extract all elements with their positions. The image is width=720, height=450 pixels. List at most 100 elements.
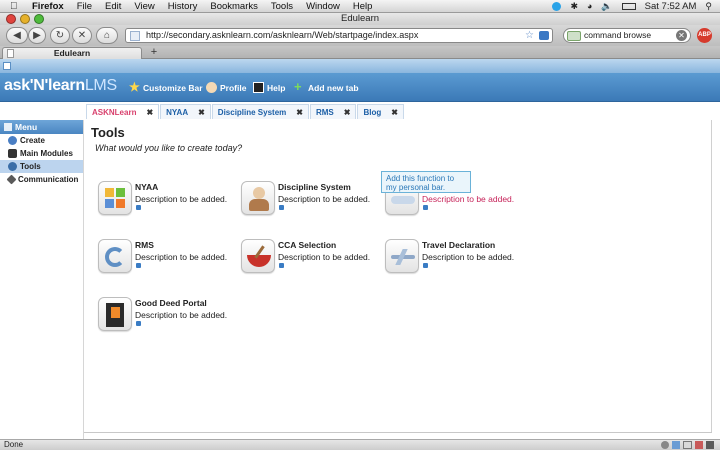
browser-tab[interactable]: Edulearn bbox=[2, 47, 142, 59]
sidebar-item-label: Tools bbox=[20, 162, 41, 171]
tool-rms[interactable]: RMS Description to be added. bbox=[98, 239, 238, 279]
tool-nyaa[interactable]: NYAA Description to be added. bbox=[98, 181, 238, 221]
rms-icon[interactable] bbox=[98, 239, 132, 273]
close-tab-icon[interactable]: ✖ bbox=[391, 108, 398, 117]
menu-history[interactable]: History bbox=[168, 1, 198, 12]
home-button[interactable]: ⌂ bbox=[96, 27, 118, 44]
tool-name[interactable]: Discipline System bbox=[278, 182, 351, 192]
tool-description: Description to be added. bbox=[422, 194, 515, 204]
close-window-icon[interactable] bbox=[6, 14, 16, 24]
tab-blog-label: Blog bbox=[363, 107, 382, 117]
sidebar-item-communication[interactable]: Communication bbox=[0, 173, 83, 186]
forward-button[interactable]: ▶ bbox=[28, 27, 46, 44]
tab-nyaa-label: NYAA bbox=[166, 107, 189, 117]
close-tab-icon[interactable]: ✖ bbox=[296, 108, 303, 117]
bookmark-star-icon[interactable]: ☆ bbox=[525, 29, 534, 42]
add-to-bar-icon[interactable] bbox=[136, 263, 141, 268]
addon-icon[interactable] bbox=[695, 441, 703, 449]
tool-description: Description to be added. bbox=[278, 194, 371, 204]
tab-rms-label: RMS bbox=[315, 107, 334, 117]
close-tab-icon[interactable]: ✖ bbox=[344, 108, 351, 117]
tab-discipline-system[interactable]: Discipline System ✖ bbox=[211, 104, 309, 119]
add-to-bar-icon[interactable] bbox=[423, 205, 428, 210]
window-titlebar: Edulearn bbox=[0, 13, 720, 25]
tool-name[interactable]: CCA Selection bbox=[278, 240, 336, 250]
addon-icon[interactable] bbox=[672, 441, 680, 449]
sidebar-item-main-modules[interactable]: Main Modules bbox=[0, 147, 83, 160]
menu-help[interactable]: Help bbox=[353, 1, 373, 12]
menubar-clock[interactable]: Sat 7:52 AM bbox=[645, 1, 697, 12]
mail-icon[interactable] bbox=[683, 441, 692, 449]
tool-discipline-system[interactable]: Discipline System Description to be adde… bbox=[241, 181, 381, 221]
menu-view[interactable]: View bbox=[134, 1, 154, 12]
menu-window[interactable]: Window bbox=[306, 1, 340, 12]
sidebar-menu-header[interactable]: Menu bbox=[0, 120, 83, 134]
tool-name[interactable]: RMS bbox=[135, 240, 154, 250]
menu-edit[interactable]: Edit bbox=[105, 1, 121, 12]
add-to-bar-icon[interactable] bbox=[279, 263, 284, 268]
person-icon bbox=[206, 82, 217, 93]
help-button[interactable]: Help bbox=[253, 82, 285, 93]
nyaa-icon[interactable] bbox=[98, 181, 132, 215]
airplane-icon[interactable] bbox=[385, 239, 419, 273]
new-tab-button[interactable]: + bbox=[146, 47, 162, 58]
add-to-bar-icon[interactable] bbox=[136, 321, 141, 326]
tool-description: Description to be added. bbox=[422, 252, 515, 262]
page-subtitle: What would you like to create today? bbox=[95, 143, 243, 153]
menu-file[interactable]: File bbox=[77, 1, 92, 12]
help-icon bbox=[253, 82, 264, 93]
skype-icon[interactable] bbox=[552, 1, 562, 11]
bluetooth-icon[interactable]: ✱ bbox=[570, 1, 578, 12]
spotlight-icon[interactable]: ⚲ bbox=[705, 1, 712, 12]
expand-icon[interactable] bbox=[3, 62, 11, 70]
close-tab-icon[interactable]: ✖ bbox=[198, 108, 205, 117]
tab-blog[interactable]: Blog ✖ bbox=[357, 104, 404, 119]
menu-app-name[interactable]: Firefox bbox=[32, 1, 64, 12]
reload-button[interactable]: ↻ bbox=[50, 27, 70, 44]
tool-good-deed-portal[interactable]: Good Deed Portal Description to be added… bbox=[98, 297, 238, 337]
customize-bar-button[interactable]: ★ Customize Bar bbox=[129, 81, 203, 93]
volume-icon[interactable]: 🔈 bbox=[601, 1, 612, 12]
search-engine-icon[interactable] bbox=[567, 31, 581, 41]
addon-icon[interactable] bbox=[706, 441, 714, 449]
tab-nyaa[interactable]: NYAA ✖ bbox=[160, 104, 211, 119]
apple-icon[interactable]:  bbox=[10, 1, 22, 12]
tab-asknlearn[interactable]: ASKNLearn ✖ bbox=[86, 104, 160, 119]
search-clear-icon[interactable]: ✕ bbox=[676, 30, 687, 41]
tool-travel-declaration[interactable]: Travel Declaration Description to be add… bbox=[385, 239, 525, 279]
rss-icon[interactable] bbox=[539, 31, 549, 40]
tool-description: Description to be added. bbox=[135, 252, 228, 262]
stop-button[interactable]: ✕ bbox=[72, 27, 92, 44]
menu-bookmarks[interactable]: Bookmarks bbox=[210, 1, 258, 12]
menu-tools[interactable]: Tools bbox=[271, 1, 293, 12]
addon-icons[interactable] bbox=[661, 441, 714, 449]
tool-name[interactable]: Good Deed Portal bbox=[135, 298, 207, 308]
tool-cca-selection[interactable]: CCA Selection Description to be added. bbox=[241, 239, 381, 279]
adblock-icon[interactable]: ABP bbox=[697, 28, 712, 43]
sidebar-item-create[interactable]: Create bbox=[0, 134, 83, 147]
good-deed-portal-icon[interactable] bbox=[98, 297, 132, 331]
help-label: Help bbox=[267, 82, 286, 93]
discipline-system-icon[interactable] bbox=[241, 181, 275, 215]
browser-tab-label: Edulearn bbox=[53, 48, 91, 58]
zoom-window-icon[interactable] bbox=[34, 14, 44, 24]
profile-button[interactable]: Profile bbox=[206, 82, 246, 93]
gear-icon[interactable] bbox=[661, 441, 669, 449]
close-tab-icon[interactable]: ✖ bbox=[146, 108, 153, 117]
add-to-bar-icon[interactable] bbox=[423, 263, 428, 268]
battery-icon[interactable] bbox=[621, 2, 636, 10]
cca-selection-icon[interactable] bbox=[241, 239, 275, 273]
status-bar: Done bbox=[0, 439, 720, 450]
tool-name[interactable]: NYAA bbox=[135, 182, 158, 192]
tab-rms[interactable]: RMS ✖ bbox=[309, 104, 357, 119]
add-new-tab-button[interactable]: + Add new tab bbox=[294, 80, 359, 93]
add-to-bar-icon[interactable] bbox=[136, 205, 141, 210]
back-button[interactable]: ◀ bbox=[6, 27, 28, 44]
url-bar[interactable]: http://secondary.asknlearn.com/asknlearn… bbox=[125, 28, 553, 43]
add-to-bar-icon[interactable] bbox=[279, 205, 284, 210]
sidebar-item-tools[interactable]: Tools bbox=[0, 160, 83, 173]
minimize-window-icon[interactable] bbox=[20, 14, 30, 24]
tool-name[interactable]: Travel Declaration bbox=[422, 240, 495, 250]
wifi-icon[interactable]: ◕ bbox=[587, 1, 592, 11]
search-input[interactable]: command browse ✕ bbox=[563, 28, 691, 43]
